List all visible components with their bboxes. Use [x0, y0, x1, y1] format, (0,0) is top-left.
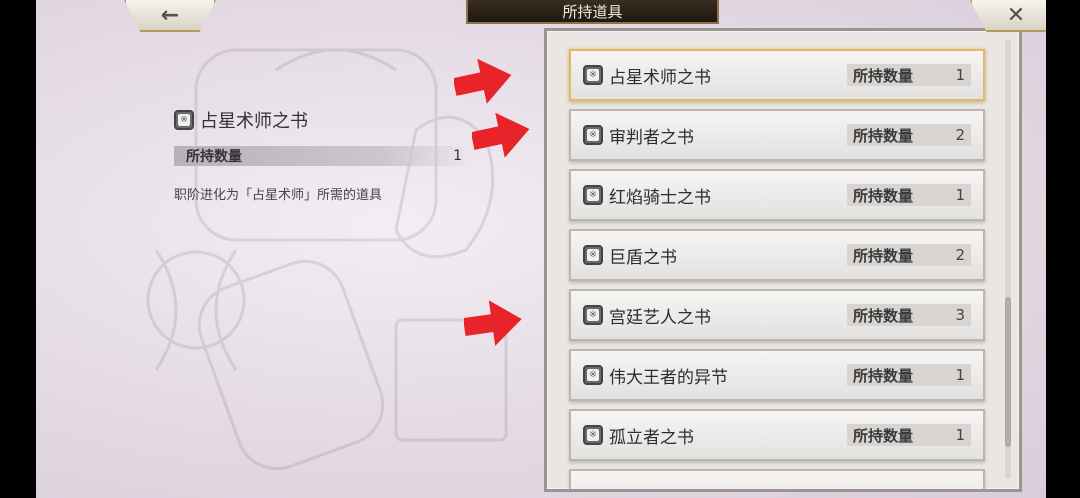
item-quantity: 所持数量 1: [847, 364, 971, 386]
scrollbar-thumb[interactable]: [1005, 297, 1011, 447]
item-name: 审判者之书: [609, 127, 694, 148]
list-item-partial[interactable]: [569, 469, 985, 489]
item-name: 巨盾之书: [609, 247, 677, 268]
item-quantity-value: 3: [955, 306, 965, 324]
detail-item-name: 占星术师之书: [200, 111, 308, 132]
item-quantity: 所持数量 1: [847, 424, 971, 446]
book-icon: ※: [583, 125, 603, 145]
book-icon: ※: [583, 365, 603, 385]
book-icon: ※: [583, 185, 603, 205]
item-name: 占星术师之书: [609, 67, 711, 88]
item-name: 宫廷艺人之书: [609, 307, 711, 328]
item-quantity-label: 所持数量: [853, 66, 914, 85]
item-quantity: 所持数量 1: [847, 64, 971, 86]
annotation-arrow-icon: [472, 112, 530, 158]
detail-quantity-label: 所持数量: [186, 149, 242, 165]
back-button[interactable]: ←: [124, 0, 216, 32]
annotation-arrow-icon: [454, 58, 512, 104]
book-icon: ※: [583, 305, 603, 325]
annotation-arrow-icon: [464, 300, 522, 346]
item-quantity: 所持数量 1: [847, 184, 971, 206]
item-name: 伟大王者的异节: [609, 367, 728, 388]
detail-quantity-row: 所持数量 1: [174, 146, 474, 166]
book-icon: ※: [174, 110, 194, 130]
item-quantity-label: 所持数量: [853, 426, 914, 445]
detail-header: ※ 占星术师之书: [174, 108, 484, 132]
close-icon: ✕: [1006, 2, 1026, 28]
detail-quantity-value: 1: [453, 148, 462, 164]
list-item[interactable]: ※ 巨盾之书 所持数量 2: [569, 229, 985, 281]
detail-description: 职阶进化为「占星术师」所需的道具: [174, 188, 383, 203]
item-quantity-label: 所持数量: [853, 306, 914, 325]
item-quantity-label: 所持数量: [853, 366, 914, 385]
item-list-panel: ※ 占星术师之书 所持数量 1 ※ 审判者之书 所持数量 2 ※ 红焰骑士之书 …: [544, 28, 1022, 492]
item-quantity-label: 所持数量: [853, 186, 914, 205]
item-quantity-value: 1: [955, 186, 965, 204]
list-item[interactable]: ※ 审判者之书 所持数量 2: [569, 109, 985, 161]
item-quantity-value: 1: [955, 366, 965, 384]
back-arrow-icon: ←: [160, 2, 180, 28]
list-item[interactable]: ※ 伟大王者的异节 所持数量 1: [569, 349, 985, 401]
page-title: 所持道具: [466, 0, 719, 24]
item-name: 孤立者之书: [609, 427, 694, 448]
right-letterbox: [1046, 0, 1080, 498]
book-icon: ※: [583, 425, 603, 445]
item-quantity-value: 2: [955, 126, 965, 144]
item-quantity-value: 2: [955, 246, 965, 264]
book-icon: ※: [583, 245, 603, 265]
item-quantity: 所持数量 2: [847, 244, 971, 266]
item-quantity-label: 所持数量: [853, 126, 914, 145]
item-quantity-value: 1: [955, 426, 965, 444]
item-quantity: 所持数量 2: [847, 124, 971, 146]
book-icon: ※: [583, 65, 603, 85]
item-name: 红焰骑士之书: [609, 187, 711, 208]
list-item[interactable]: ※ 孤立者之书 所持数量 1: [569, 409, 985, 461]
game-screen: ※ 占星术师之书 所持数量 1 职阶进化为「占星术师」所需的道具 ※ 占星术师之…: [36, 0, 1046, 498]
item-quantity: 所持数量 3: [847, 304, 971, 326]
list-item[interactable]: ※ 红焰骑士之书 所持数量 1: [569, 169, 985, 221]
item-quantity-value: 1: [955, 66, 965, 84]
list-item[interactable]: ※ 宫廷艺人之书 所持数量 3: [569, 289, 985, 341]
left-letterbox: [0, 0, 36, 498]
item-quantity-label: 所持数量: [853, 246, 914, 265]
list-item-selected[interactable]: ※ 占星术师之书 所持数量 1: [569, 49, 985, 101]
item-detail-panel: ※ 占星术师之书 所持数量 1 职阶进化为「占星术师」所需的道具: [174, 108, 484, 203]
